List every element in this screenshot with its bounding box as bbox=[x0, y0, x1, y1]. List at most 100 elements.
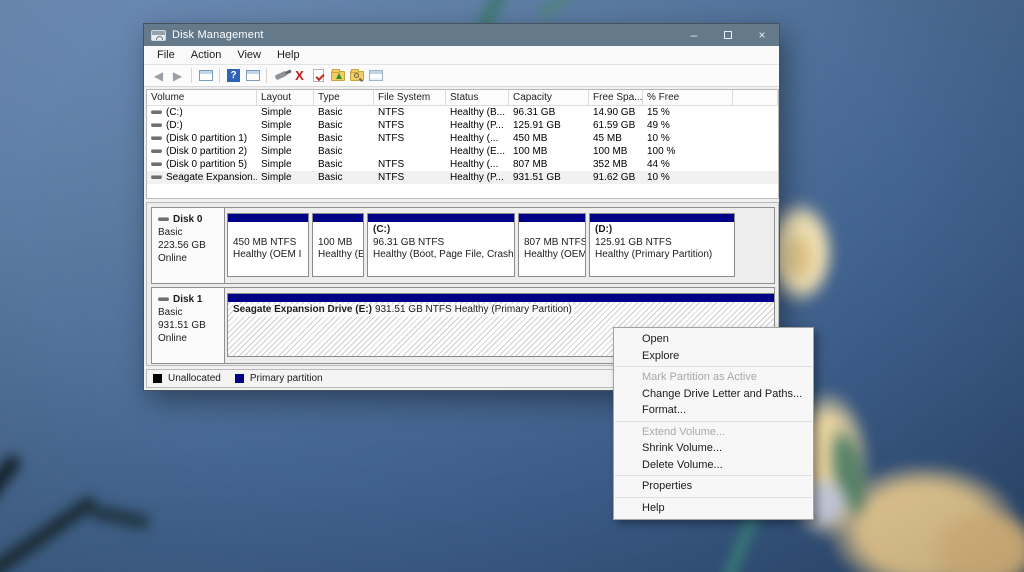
toolbar-separator bbox=[191, 68, 192, 83]
disk-icon bbox=[158, 297, 169, 301]
volume-row-d[interactable]: (D:) Simple Basic NTFS Healthy (P... 125… bbox=[147, 119, 778, 132]
popup-tool-icon[interactable] bbox=[272, 68, 289, 84]
disk-status: Online bbox=[158, 252, 224, 265]
volume-icon bbox=[151, 110, 162, 114]
menu-item-help[interactable]: Help bbox=[614, 500, 813, 517]
volume-list-header: Volume Layout Type File System Status Ca… bbox=[147, 90, 778, 106]
col-status[interactable]: Status bbox=[446, 90, 509, 105]
menu-item-mark-partition-active: Mark Partition as Active bbox=[614, 369, 813, 386]
disk-0-label[interactable]: Disk 0 Basic 223.56 GB Online bbox=[152, 208, 225, 283]
cell-fs: NTFS bbox=[374, 159, 446, 170]
disk-capacity: 931.51 GB bbox=[158, 319, 224, 332]
help-icon[interactable]: ? bbox=[225, 68, 242, 84]
menu-bar: File Action View Help bbox=[144, 46, 779, 65]
title-bar[interactable]: Disk Management – × bbox=[144, 24, 779, 46]
cell-pct: 10 % bbox=[643, 133, 733, 144]
cell-type: Basic bbox=[314, 120, 374, 131]
volume-name: (Disk 0 partition 2) bbox=[166, 146, 247, 157]
partition-size: 125.91 GB NTFS bbox=[595, 237, 734, 250]
volume-row-seagate[interactable]: Seagate Expansion... Simple Basic NTFS H… bbox=[147, 171, 778, 184]
partition-color-bar bbox=[519, 214, 585, 222]
cell-layout: Simple bbox=[257, 146, 314, 157]
menu-view[interactable]: View bbox=[229, 46, 269, 64]
cell-type: Basic bbox=[314, 133, 374, 144]
col-layout[interactable]: Layout bbox=[257, 90, 314, 105]
forward-icon[interactable]: ▶ bbox=[169, 68, 186, 84]
partition-450mb[interactable]: 450 MB NTFSHealthy (OEM I bbox=[227, 213, 309, 277]
menu-item-explore[interactable]: Explore bbox=[614, 348, 813, 365]
cell-free: 14.90 GB bbox=[589, 107, 643, 118]
cell-free: 61.59 GB bbox=[589, 120, 643, 131]
partition-c[interactable]: (C:)96.31 GB NTFSHealthy (Boot, Page Fil… bbox=[367, 213, 515, 277]
col-type[interactable]: Type bbox=[314, 90, 374, 105]
volume-row-partition1[interactable]: (Disk 0 partition 1) Simple Basic NTFS H… bbox=[147, 132, 778, 145]
console-panel-icon[interactable] bbox=[244, 68, 261, 84]
cell-free: 91.62 GB bbox=[589, 172, 643, 183]
menu-item-shrink-volume[interactable]: Shrink Volume... bbox=[614, 440, 813, 457]
check-disk-icon[interactable] bbox=[310, 68, 327, 84]
cell-capacity: 450 MB bbox=[509, 133, 589, 144]
window-title: Disk Management bbox=[172, 29, 264, 41]
desktop-wallpaper: Disk Management – × File Action View Hel… bbox=[0, 0, 1024, 572]
minimize-button[interactable]: – bbox=[677, 24, 711, 46]
cell-status: Healthy (E... bbox=[446, 146, 509, 157]
disk-0-partitions: 450 MB NTFSHealthy (OEM I 100 MBHealthy … bbox=[225, 208, 774, 283]
disk-name: Disk 0 bbox=[173, 214, 202, 225]
disk-type: Basic bbox=[158, 306, 224, 319]
maximize-icon bbox=[724, 31, 732, 39]
menu-separator bbox=[615, 421, 812, 422]
volume-name: (Disk 0 partition 1) bbox=[166, 133, 247, 144]
volume-row-partition2[interactable]: (Disk 0 partition 2) Simple Basic Health… bbox=[147, 145, 778, 158]
partition-health: Healthy (Boot, Page File, Crash bbox=[373, 249, 514, 262]
close-button[interactable]: × bbox=[745, 24, 779, 46]
partition-title bbox=[524, 224, 585, 237]
disk-capacity: 223.56 GB bbox=[158, 239, 224, 252]
volume-row-c[interactable]: (C:) Simple Basic NTFS Healthy (B... 96.… bbox=[147, 106, 778, 119]
menu-item-format[interactable]: Format... bbox=[614, 402, 813, 419]
col-capacity[interactable]: Capacity bbox=[509, 90, 589, 105]
volume-icon bbox=[151, 175, 162, 179]
menu-action[interactable]: Action bbox=[183, 46, 230, 64]
console-window-icon[interactable] bbox=[197, 68, 214, 84]
partition-title: (C:) bbox=[373, 224, 514, 237]
menu-item-open[interactable]: Open bbox=[614, 331, 813, 348]
cell-capacity: 931.51 GB bbox=[509, 172, 589, 183]
volume-icon bbox=[151, 123, 162, 127]
col-pct-free[interactable]: % Free bbox=[643, 90, 733, 105]
details-view-icon[interactable] bbox=[367, 68, 384, 84]
folder-up-icon[interactable] bbox=[329, 68, 346, 84]
delete-icon[interactable]: X bbox=[291, 68, 308, 84]
cell-status: Healthy (... bbox=[446, 159, 509, 170]
partition-100mb[interactable]: 100 MBHealthy (E bbox=[312, 213, 364, 277]
cell-layout: Simple bbox=[257, 107, 314, 118]
folder-search-icon[interactable] bbox=[348, 68, 365, 84]
volume-row-partition5[interactable]: (Disk 0 partition 5) Simple Basic NTFS H… bbox=[147, 158, 778, 171]
cell-capacity: 100 MB bbox=[509, 146, 589, 157]
cell-free: 100 MB bbox=[589, 146, 643, 157]
cell-fs: NTFS bbox=[374, 107, 446, 118]
partition-title bbox=[318, 224, 363, 237]
col-free-space[interactable]: Free Spa... bbox=[589, 90, 643, 105]
legend-primary-partition: Primary partition bbox=[250, 373, 323, 384]
disk-1-label[interactable]: Disk 1 Basic 931.51 GB Online bbox=[152, 288, 225, 363]
menu-file[interactable]: File bbox=[149, 46, 183, 64]
back-icon[interactable]: ◀ bbox=[150, 68, 167, 84]
disk-0-row: Disk 0 Basic 223.56 GB Online 450 MB NTF… bbox=[151, 207, 775, 284]
menu-item-properties[interactable]: Properties bbox=[614, 478, 813, 495]
cell-fs: NTFS bbox=[374, 120, 446, 131]
col-volume[interactable]: Volume bbox=[147, 90, 257, 105]
menu-separator bbox=[615, 366, 812, 367]
col-file-system[interactable]: File System bbox=[374, 90, 446, 105]
volume-name: Seagate Expansion... bbox=[166, 172, 257, 183]
partition-title: Seagate Expansion Drive (E:) bbox=[233, 304, 375, 317]
menu-help[interactable]: Help bbox=[269, 46, 308, 64]
volume-name: (C:) bbox=[166, 107, 183, 118]
cell-layout: Simple bbox=[257, 133, 314, 144]
menu-item-change-drive-letter[interactable]: Change Drive Letter and Paths... bbox=[614, 386, 813, 403]
unallocated-swatch bbox=[153, 374, 162, 383]
cell-status: Healthy (... bbox=[446, 133, 509, 144]
maximize-button[interactable] bbox=[711, 24, 745, 46]
menu-item-delete-volume[interactable]: Delete Volume... bbox=[614, 457, 813, 474]
partition-d[interactable]: (D:)125.91 GB NTFSHealthy (Primary Parti… bbox=[589, 213, 735, 277]
partition-807mb[interactable]: 807 MB NTFSHealthy (OEM Pa bbox=[518, 213, 586, 277]
